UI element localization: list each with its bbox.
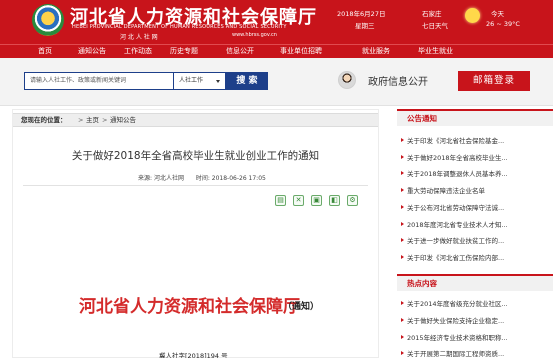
settings-icon[interactable]: ⚙ xyxy=(347,195,358,206)
weather-city: 石家庄 xyxy=(422,10,442,18)
avatar-icon xyxy=(338,71,356,89)
save-icon[interactable]: ▣ xyxy=(311,195,322,206)
article-title: 关于做好2018年全省高校毕业生就业创业工作的通知 xyxy=(71,150,320,162)
chevron-down-icon xyxy=(216,80,220,83)
notice-item[interactable]: 关于做好2018年全省高校毕业生... xyxy=(401,153,551,164)
notices-panel-header: 公告通知 xyxy=(397,109,553,126)
breadcrumb: 您现在的位置： > 主页 > 通知公告 xyxy=(13,113,378,127)
article-source: 河北人社网 xyxy=(153,175,184,182)
hot-item[interactable]: 关于开展第二期国际工程师资质... xyxy=(401,349,551,358)
document-issuer-heading: 河北省人力资源和社会保障厅 xyxy=(79,297,300,317)
time-label: 时间: xyxy=(195,175,210,182)
breadcrumb-separator: > xyxy=(102,116,108,124)
nav-item-home[interactable]: 首页 xyxy=(38,45,52,59)
seven-day-weather-link[interactable]: 七日天气 xyxy=(422,20,448,30)
hot-item[interactable]: 关于做好失业保险支持企业稳定... xyxy=(401,316,551,327)
notice-item[interactable]: 关于公布河北省劳动保障守法诚... xyxy=(401,203,551,214)
divider xyxy=(23,185,368,186)
hot-item[interactable]: 关于2014年度省级充分就业社区... xyxy=(401,299,551,310)
nav-item-info-disclosure[interactable]: 信息公开 xyxy=(226,45,254,59)
notice-item[interactable]: 重大劳动保障违法企业名单 xyxy=(401,186,551,197)
notice-item[interactable]: 关于进一步做好就业扶贫工作的... xyxy=(401,236,551,247)
font-size-icon[interactable]: ◧ xyxy=(329,195,340,206)
nav-item-history[interactable]: 历史专题 xyxy=(170,45,198,59)
search-button[interactable]: 搜 索 xyxy=(226,72,268,90)
site-header: 河北省人力资源和社会保障厅 HEBEI PROVINCIAL DEPARTMEN… xyxy=(0,0,553,44)
search-input[interactable]: 请输入人社工作、政策或新闻关键词 xyxy=(24,72,174,90)
article-meta: 来源: 河北人社网 时间: 2018-06-26 17:05 xyxy=(138,173,266,182)
search-band: 请输入人社工作、政策或新闻关键词 人社工作 搜 索 政府信息公开 邮箱登录 xyxy=(0,58,553,106)
site-title-english: HEBEI PROVINCIAL DEPARTMENT OF HUMAN RES… xyxy=(72,24,287,30)
sidebar: 公告通知 关于印发《河北省社会保险基金... 关于做好2018年全省高校毕业生.… xyxy=(397,109,553,358)
nav-item-recruitment[interactable]: 事业单位招聘 xyxy=(280,45,322,59)
nav-item-notices[interactable]: 通知公告 xyxy=(78,45,106,59)
nav-item-employment[interactable]: 就业服务 xyxy=(362,45,390,59)
search-scope-label: 人社工作 xyxy=(179,77,204,84)
site-subtitle: 河 北 人 社 网 xyxy=(120,34,158,41)
mail-login-button[interactable]: 邮箱登录 xyxy=(458,71,530,91)
article-panel: 您现在的位置： > 主页 > 通知公告 关于做好2018年全省高校毕业生就业创业… xyxy=(12,109,379,358)
breadcrumb-label: 您现在的位置： xyxy=(21,116,67,124)
weather-temperature: 26 ~ 39°C xyxy=(486,20,520,28)
gov-info-disclosure-link[interactable]: 政府信息公开 xyxy=(368,73,428,88)
site-url: www.hbrss.gov.cn xyxy=(232,32,277,38)
breadcrumb-notices[interactable]: 通知公告 xyxy=(110,114,136,126)
weather-today-label: 今天 xyxy=(491,10,504,18)
notices-panel-title[interactable]: 公告通知 xyxy=(407,113,437,124)
emblem-logo-icon[interactable] xyxy=(32,4,64,36)
notice-item[interactable]: 2018年度河北省专业技术人才知... xyxy=(401,220,551,231)
sun-icon xyxy=(465,8,480,23)
main-nav: 首页 通知公告 工作动态 历史专题 信息公开 事业单位招聘 就业服务 毕业生就业 xyxy=(0,44,553,58)
notice-item[interactable]: 关于2018年调整退休人员基本养... xyxy=(401,169,551,180)
document-number: 冀人社字[2018]194 号 xyxy=(159,352,228,358)
hot-panel-header: 热点内容 xyxy=(397,274,553,291)
article-time: 2018-06-26 17:05 xyxy=(211,175,266,182)
breadcrumb-separator: > xyxy=(78,116,84,124)
print-icon[interactable]: ▤ xyxy=(275,195,286,206)
nav-item-graduates[interactable]: 毕业生就业 xyxy=(418,45,453,59)
nav-item-news[interactable]: 工作动态 xyxy=(124,45,152,59)
current-weekday: 星期三 xyxy=(355,22,375,30)
hot-panel-title[interactable]: 热点内容 xyxy=(407,278,437,289)
source-label: 来源: xyxy=(138,175,153,182)
notice-item[interactable]: 关于印发《河北省社会保险基金... xyxy=(401,136,551,147)
document-type-tag: （通知） xyxy=(283,302,320,312)
breadcrumb-home[interactable]: 主页 xyxy=(86,114,99,126)
current-date: 2018年6月27日 xyxy=(337,10,386,18)
hot-item[interactable]: 2015年经济专业技术资格和职称... xyxy=(401,333,551,344)
search-scope-select[interactable]: 人社工作 xyxy=(174,72,226,90)
share-icon[interactable]: ✕ xyxy=(293,195,304,206)
notice-item[interactable]: 关于印发《河北省工伤保险内部... xyxy=(401,253,551,264)
